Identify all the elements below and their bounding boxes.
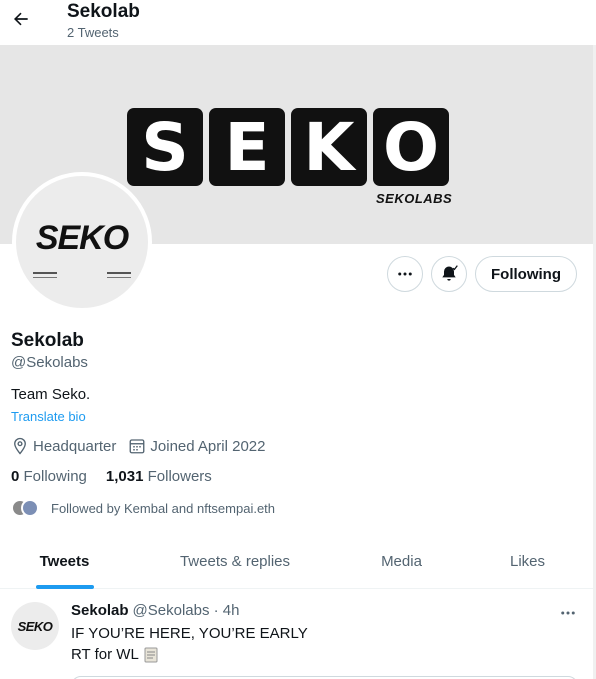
back-arrow-icon [14, 12, 28, 26]
tweet-avatar[interactable]: SEKO [11, 602, 59, 650]
bell-icon [442, 265, 458, 281]
back-button[interactable] [6, 4, 36, 34]
tweet-text-line: IF YOU’RE HERE, YOU’RE EARLY [71, 625, 308, 642]
joined-text: Joined April 2022 [150, 437, 266, 455]
profile-header: Sekolab 2 Tweets [0, 0, 596, 45]
active-tab-indicator [35, 585, 94, 589]
following-button[interactable]: Following [475, 256, 577, 292]
tab-tweets[interactable]: Tweets [0, 534, 129, 589]
followers-count-link[interactable]: 1,031 Followers [106, 468, 212, 485]
location: Headquarter [11, 437, 116, 455]
translate-bio-link[interactable]: Translate bio [11, 409, 86, 424]
location-pin-icon [14, 437, 26, 455]
avatar-logo-text: SEKO [35, 218, 129, 257]
tweet-author[interactable]: Sekolab [71, 602, 129, 619]
calendar-icon [129, 439, 145, 454]
follow-stats: 0 Following 1,031 Followers [11, 468, 212, 485]
mini-avatar [21, 499, 39, 517]
profile-avatar[interactable]: SEKO [12, 172, 152, 312]
followed-by-text: Followed by Kembal and nftsempai.eth [51, 500, 276, 516]
tab-tweets-replies[interactable]: Tweets & replies [129, 534, 341, 588]
follower-avatars [11, 497, 41, 519]
tweet-more-button[interactable] [557, 604, 579, 622]
tweet[interactable]: SEKO Sekolab @Sekolabs · 4h IF YOU’RE HE… [0, 590, 593, 679]
profile-tabs: Tweets Tweets & replies Media Likes [0, 534, 593, 589]
profile-name: Sekolab [11, 330, 84, 351]
following-count-link[interactable]: 0 Following [11, 468, 87, 485]
more-dots-icon [398, 272, 412, 276]
location-text: Headquarter [33, 437, 117, 455]
followed-by-link[interactable]: Followed by Kembal and nftsempai.eth [11, 497, 275, 519]
more-dots-icon [561, 611, 575, 615]
avatar-fine-print [33, 272, 131, 278]
tweet-text-line: RT for WL [71, 646, 159, 663]
tweet-count: 2 Tweets [67, 25, 119, 40]
profile-meta: Headquarter Joined April 2022 [11, 436, 277, 456]
tab-media[interactable]: Media [341, 534, 462, 588]
profile-handle: @Sekolabs [11, 354, 88, 371]
banner-letter: O [373, 108, 449, 186]
tweet-handle-time: @Sekolabs · 4h [132, 602, 240, 619]
banner-letter: K [291, 108, 367, 186]
notifications-button[interactable] [431, 256, 467, 292]
profile-bio: Team Seko. [11, 386, 91, 403]
banner-letter: E [209, 108, 285, 186]
banner-letter: S [127, 108, 203, 186]
more-button[interactable] [387, 256, 423, 292]
joined-date: Joined April 2022 [128, 437, 265, 455]
tab-likes[interactable]: Likes [462, 534, 593, 588]
header-title: Sekolab [67, 1, 140, 22]
scroll-emoji-icon [144, 647, 158, 662]
tweet-header: Sekolab @Sekolabs · 4h [71, 602, 239, 619]
banner-logo: S E K O [127, 108, 449, 186]
banner-subtitle: SEKOLABS [376, 191, 453, 206]
